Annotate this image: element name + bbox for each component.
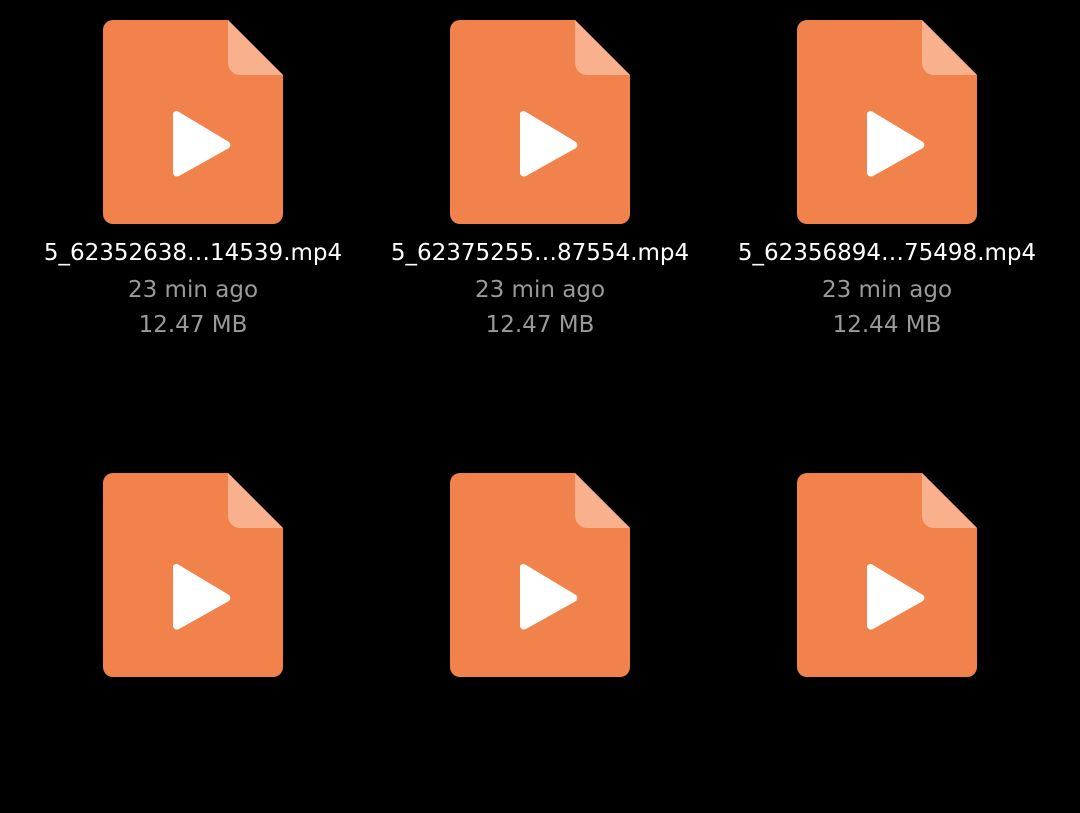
file-name: 5_62352638…14539.mp4: [43, 240, 343, 266]
file-item[interactable]: [33, 453, 353, 813]
file-modified-time: 23 min ago: [474, 277, 606, 303]
file-item[interactable]: 5_62352638…14539.mp4 23 min ago 12.47 MB: [33, 0, 353, 360]
file-name: 5_62375255…87554.mp4: [390, 240, 690, 266]
file-size: 12.44 MB: [832, 312, 942, 338]
file-item[interactable]: [727, 453, 1047, 813]
video-file-icon[interactable]: [450, 20, 630, 224]
video-file-icon[interactable]: [103, 20, 283, 224]
file-item[interactable]: 5_62375255…87554.mp4 23 min ago 12.47 MB: [380, 0, 700, 360]
file-size: 12.47 MB: [485, 312, 595, 338]
file-item[interactable]: 5_62356894…75498.mp4 23 min ago 12.44 MB: [727, 0, 1047, 360]
file-modified-time: 23 min ago: [127, 277, 259, 303]
video-file-icon[interactable]: [450, 473, 630, 677]
video-file-icon[interactable]: [103, 473, 283, 677]
file-name: 5_62356894…75498.mp4: [737, 240, 1037, 266]
video-file-icon[interactable]: [797, 473, 977, 677]
file-item[interactable]: [380, 453, 700, 813]
file-grid: 5_62352638…14539.mp4 23 min ago 12.47 MB…: [0, 0, 1080, 693]
file-size: 12.47 MB: [138, 312, 248, 338]
video-file-icon[interactable]: [797, 20, 977, 224]
file-modified-time: 23 min ago: [821, 277, 953, 303]
